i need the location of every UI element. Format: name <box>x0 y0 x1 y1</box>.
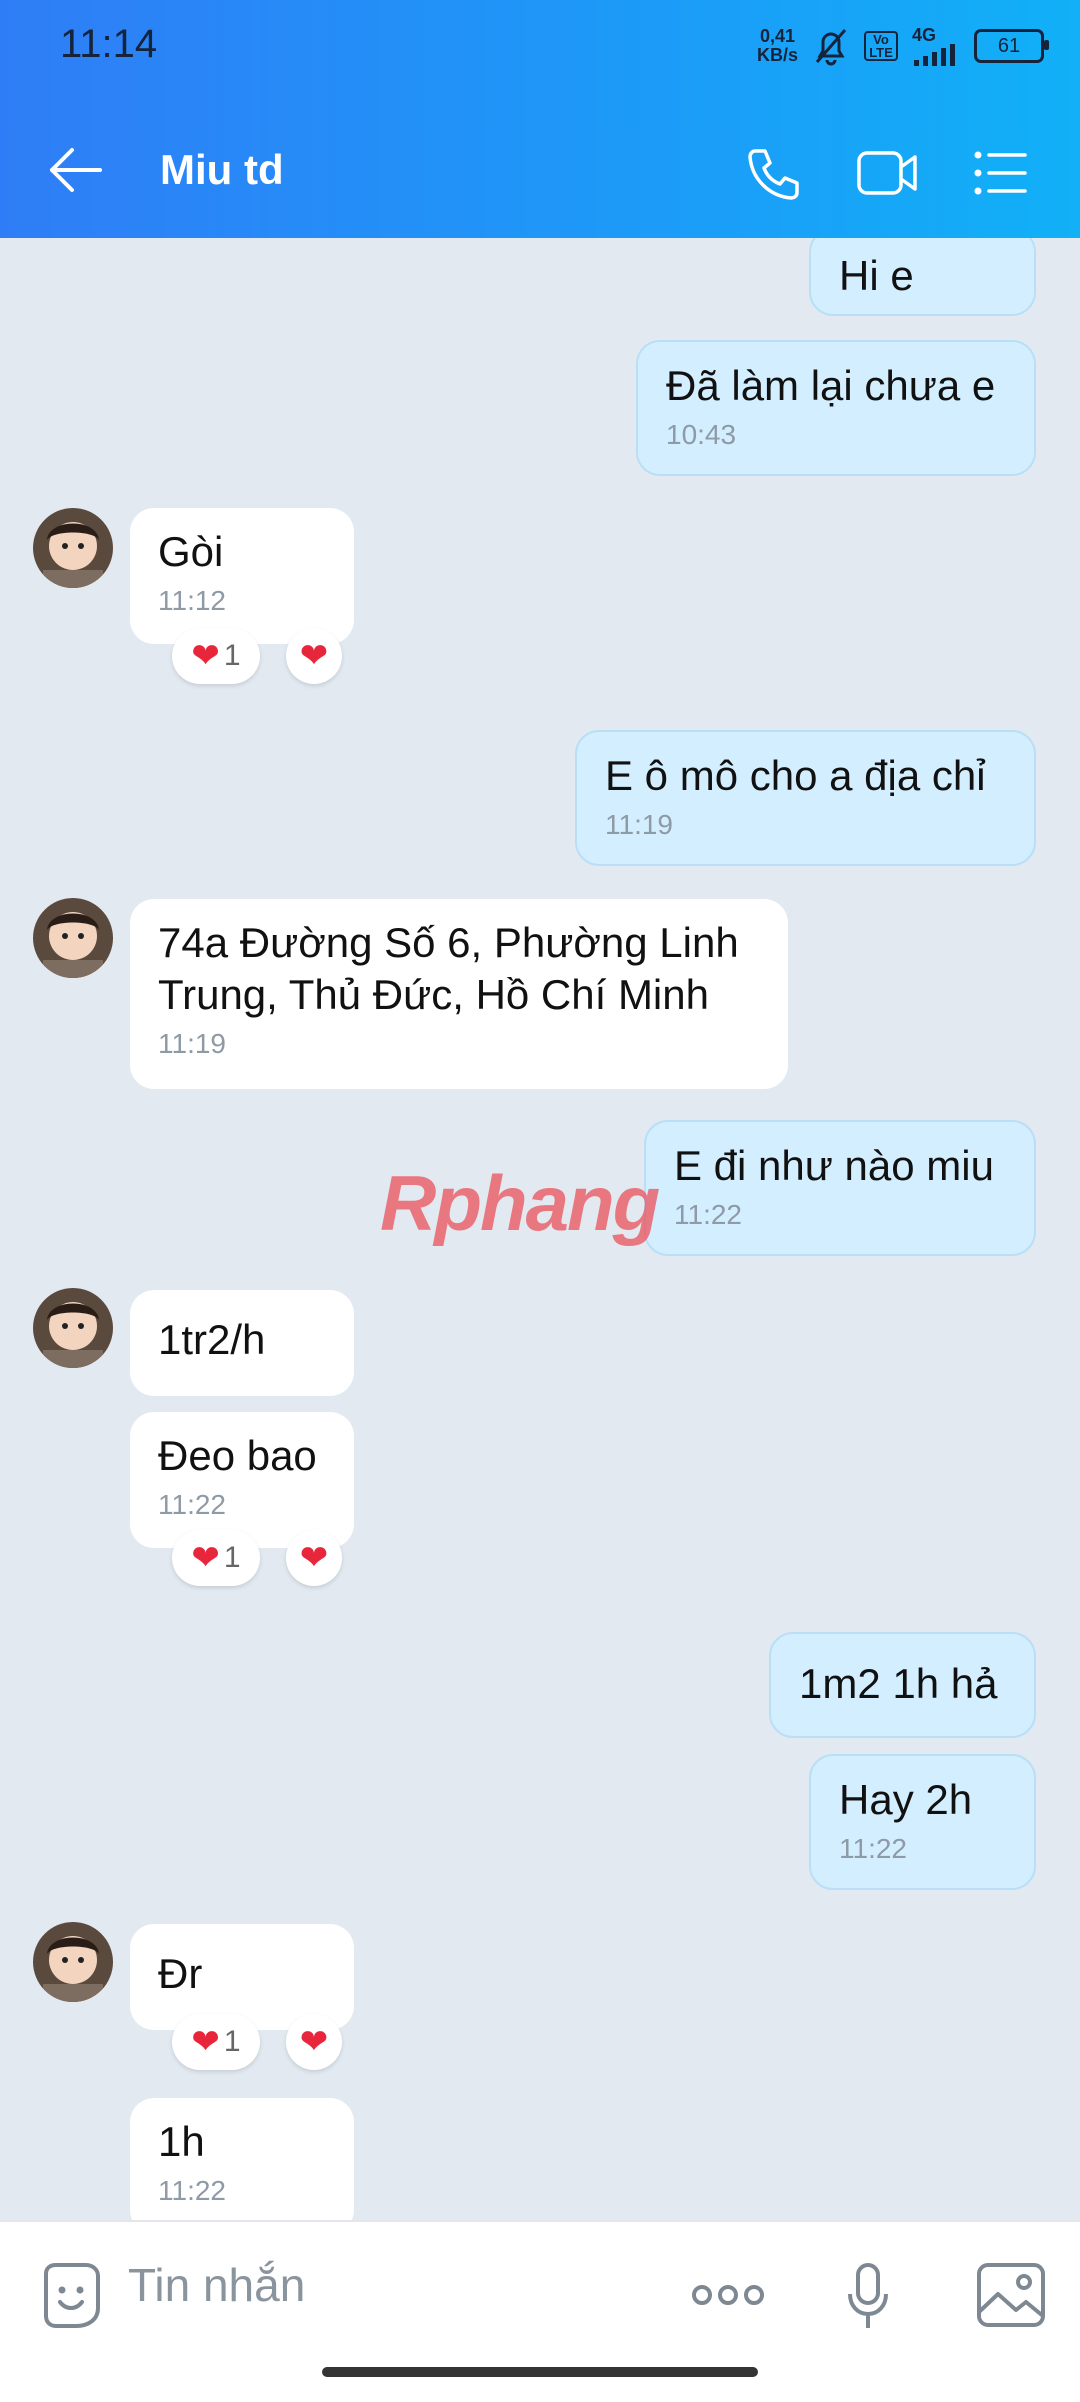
message-text: Hi e <box>839 252 914 299</box>
contact-avatar[interactable] <box>33 898 113 978</box>
app-header: 11:14 0,41 KB/s Vo LTE 4G 61 Miu td <box>0 0 1080 238</box>
watermark-logo: Rphang <box>380 1159 660 1247</box>
react-button[interactable]: ❤ <box>286 628 342 684</box>
message-incoming[interactable]: Đeo bao 11:22 <box>130 1412 354 1548</box>
chat-title[interactable]: Miu td <box>160 146 284 194</box>
message-outgoing[interactable]: E ô mô cho a địa chỉ 11:19 <box>575 730 1036 866</box>
reaction-summary[interactable]: ❤ 1 <box>172 1530 260 1586</box>
phone-icon[interactable] <box>745 145 803 203</box>
menu-list-icon[interactable] <box>972 145 1028 201</box>
avatar-image <box>33 508 113 588</box>
contact-avatar[interactable] <box>33 1288 113 1368</box>
mute-bell-icon <box>815 29 847 66</box>
sticker-icon[interactable] <box>36 2260 106 2330</box>
home-indicator[interactable] <box>322 2367 758 2377</box>
message-input[interactable]: Tin nhắn <box>128 2258 305 2312</box>
message-text: Đã làm lại chưa e <box>666 362 996 409</box>
back-arrow-icon[interactable] <box>48 145 104 195</box>
message-outgoing[interactable]: E đi như nào miu 11:22 <box>644 1120 1036 1256</box>
more-options-icon[interactable] <box>690 2280 766 2310</box>
contact-avatar[interactable] <box>33 508 113 588</box>
message-text: E đi như nào miu <box>674 1142 994 1189</box>
network-speed: 0,41 KB/s <box>757 27 798 65</box>
avatar-image <box>33 1922 113 2002</box>
battery-level: 61 <box>997 34 1021 57</box>
message-incoming[interactable]: Gòi 11:12 <box>130 508 354 644</box>
heart-icon: ❤ <box>191 1539 220 1577</box>
signal-indicator: 4G <box>912 26 960 66</box>
message-outgoing[interactable]: Đã làm lại chưa e 10:43 <box>636 340 1036 476</box>
message-text: Hay 2h <box>839 1776 973 1823</box>
message-text: E ô mô cho a địa chỉ <box>605 752 986 799</box>
video-call-icon[interactable] <box>856 145 918 201</box>
message-text: Gòi <box>158 528 224 575</box>
message-time: 11:22 <box>839 1833 907 1864</box>
reaction-count: 1 <box>223 2025 241 2058</box>
heart-icon: ❤ <box>191 637 220 675</box>
message-text: 1tr2/h <box>158 1316 266 1363</box>
react-button[interactable]: ❤ <box>286 2014 342 2070</box>
status-time: 11:14 <box>60 22 158 66</box>
microphone-icon[interactable] <box>846 2262 890 2332</box>
message-outgoing[interactable]: 1m2 1h hả <box>769 1632 1036 1738</box>
contact-avatar[interactable] <box>33 1922 113 2002</box>
signal-icon <box>914 44 955 66</box>
message-outgoing[interactable]: Hi e <box>809 238 1036 316</box>
message-text: 1h <box>158 2118 205 2165</box>
message-text: 74a Đường Số 6, Phường Linh Trung, Thủ Đ… <box>158 919 739 1018</box>
network-speed-unit: KB/s <box>756 45 798 65</box>
message-incoming[interactable]: 74a Đường Số 6, Phường Linh Trung, Thủ Đ… <box>130 899 788 1089</box>
image-gallery-icon[interactable] <box>976 2262 1046 2328</box>
network-type: 4G <box>912 25 937 45</box>
heart-icon: ❤ <box>191 2023 220 2061</box>
volte-badge: Vo LTE <box>864 31 898 61</box>
message-time: 11:22 <box>158 2175 226 2206</box>
message-text: Đr <box>158 1950 203 1997</box>
network-speed-value: 0,41 <box>759 26 796 46</box>
avatar-image <box>33 1288 113 1368</box>
message-time: 11:19 <box>605 809 673 840</box>
message-text: Đeo bao <box>158 1432 317 1479</box>
reaction-count: 1 <box>223 1541 241 1574</box>
react-button[interactable]: ❤ <box>286 1530 342 1586</box>
heart-icon: ❤ <box>299 637 329 675</box>
message-time: 11:22 <box>674 1199 742 1230</box>
status-icons: 0,41 KB/s Vo LTE 4G 61 <box>757 26 1049 66</box>
message-time: 11:12 <box>158 585 226 616</box>
message-incoming[interactable]: 1tr2/h <box>130 1290 354 1396</box>
message-time: 10:43 <box>666 419 737 450</box>
heart-icon: ❤ <box>299 2023 329 2061</box>
message-time: 11:19 <box>158 1028 226 1059</box>
avatar-image <box>33 898 113 978</box>
reaction-count: 1 <box>223 639 241 672</box>
battery-icon: 61 <box>974 29 1049 63</box>
reaction-summary[interactable]: ❤ 1 <box>172 2014 260 2070</box>
message-incoming[interactable]: 1h 11:22 <box>130 2098 354 2220</box>
heart-icon: ❤ <box>299 1539 329 1577</box>
message-time: 11:22 <box>158 1489 226 1520</box>
reaction-summary[interactable]: ❤ 1 <box>172 628 260 684</box>
message-text: 1m2 1h hả <box>799 1660 998 1707</box>
message-outgoing[interactable]: Hay 2h 11:22 <box>809 1754 1036 1890</box>
